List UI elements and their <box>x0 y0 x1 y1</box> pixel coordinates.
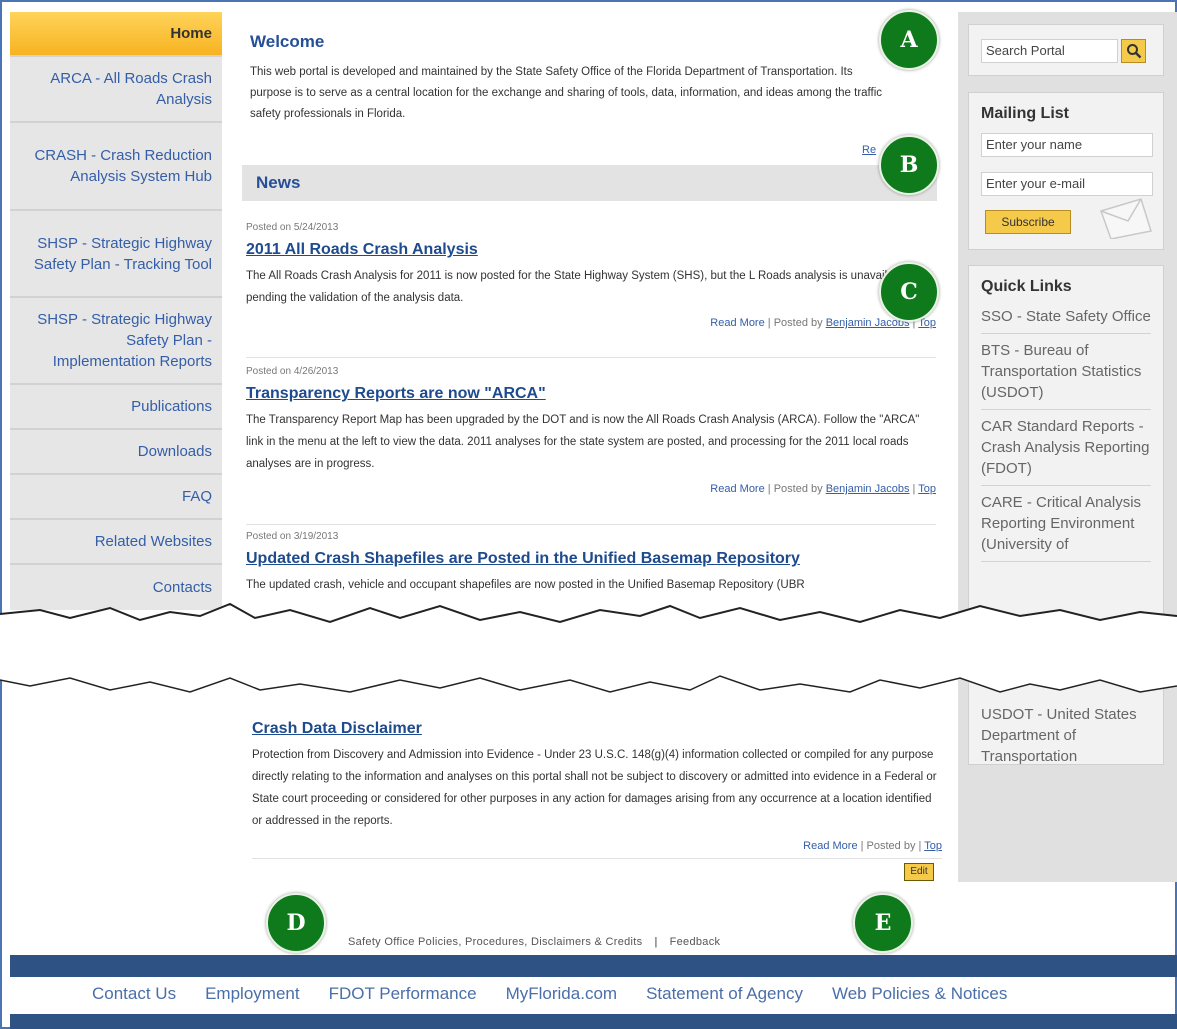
nav-item-related-websites[interactable]: Related Websites <box>10 520 222 565</box>
nav-item-label: Related Websites <box>94 533 212 550</box>
footer-link-myflorida[interactable]: MyFlorida.com <box>506 984 617 1003</box>
quick-link-care[interactable]: CARE - Critical Analysis Reporting Envir… <box>981 486 1151 562</box>
post-title-link[interactable]: Transparency Reports are now "ARCA" <box>246 385 936 403</box>
search-panel: Search Portal <box>968 24 1164 76</box>
search-icon <box>1126 44 1141 59</box>
quick-link-sso[interactable]: SSO - State Safety Office <box>981 300 1151 334</box>
footer-link-statement-of-agency[interactable]: Statement of Agency <box>646 984 803 1003</box>
footer-link-employment[interactable]: Employment <box>205 984 299 1003</box>
right-sidebar: Search Portal Mailing List Enter your na… <box>958 12 1177 882</box>
nav-item-downloads[interactable]: Downloads <box>10 430 222 475</box>
nav-item-shsp-tracking[interactable]: SHSP - Strategic Highway Safety Plan - T… <box>10 211 222 298</box>
post-divider <box>246 357 936 358</box>
post-date: Posted on 5/24/2013 <box>246 222 339 233</box>
search-button[interactable] <box>1121 39 1146 63</box>
footer-nav: Contact Us Employment FDOT Performance MyFl… <box>92 984 1036 1004</box>
callout-c: C <box>879 262 939 322</box>
left-nav: Home ARCA - All Roads Crash Analysis CRA… <box>10 12 222 610</box>
posted-by-text: | Posted by <box>767 483 823 495</box>
news-post: Posted on 3/19/2013 Updated Crash Shapef… <box>246 531 936 596</box>
nav-item-label: Home <box>170 25 212 42</box>
name-input[interactable]: Enter your name <box>981 133 1153 157</box>
disclaimer-body: Protection from Discovery and Admission … <box>252 749 937 827</box>
post-date: Posted on 3/19/2013 <box>246 531 339 542</box>
news-header-bar: News <box>242 165 937 201</box>
quick-link-usdot[interactable]: USDOT - United States Department of Tran… <box>981 698 1153 773</box>
news-post: Posted on 4/26/2013 Transparency Reports… <box>246 366 936 495</box>
welcome-text: This web portal is developed and maintai… <box>250 66 883 120</box>
posted-by-text: | Posted by <box>860 840 916 852</box>
nav-item-arca[interactable]: ARCA - All Roads Crash Analysis <box>10 57 222 123</box>
nav-item-label: SHSP - Strategic Highway Safety Plan - T… <box>33 234 212 273</box>
post-divider <box>252 858 942 859</box>
policies-link[interactable]: Safety Office Policies, Procedures, Disc… <box>348 936 642 948</box>
nav-item-shsp-implementation[interactable]: SHSP - Strategic Highway Safety Plan - I… <box>10 298 222 385</box>
post-body: The All Roads Crash Analysis for 2011 is… <box>246 270 909 304</box>
post-meta: Read More | Posted by Benjamin Jacobs | … <box>246 317 936 329</box>
email-input[interactable]: Enter your e-mail <box>981 172 1153 196</box>
nav-item-label: Publications <box>131 398 212 415</box>
nav-item-publications[interactable]: Publications <box>10 385 222 430</box>
welcome-read-more-link[interactable]: Re <box>862 144 876 156</box>
footer-link-fdot-performance[interactable]: FDOT Performance <box>329 984 477 1003</box>
footer-link-web-policies[interactable]: Web Policies & Notices <box>832 984 1007 1003</box>
subscribe-button[interactable]: Subscribe <box>985 210 1071 234</box>
post-title-link[interactable]: Updated Crash Shapefiles are Posted in t… <box>246 550 936 568</box>
post-body: The Transparency Report Map has been upg… <box>246 414 920 470</box>
nav-item-label: FAQ <box>181 488 212 505</box>
post-divider <box>246 524 936 525</box>
mailing-list-title: Mailing List <box>981 105 1069 122</box>
footer-bar-bottom <box>10 1014 1177 1029</box>
search-input[interactable]: Search Portal <box>981 39 1118 63</box>
posted-by-text: | Posted by <box>767 317 823 329</box>
callout-d: D <box>266 893 326 953</box>
envelope-icon <box>1100 198 1152 239</box>
callout-e: E <box>853 893 913 953</box>
meta-separator: | <box>912 483 916 495</box>
disclaimer-title-link[interactable]: Crash Data Disclaimer <box>252 720 942 738</box>
read-more-link[interactable]: Read More <box>803 840 857 852</box>
nav-item-label: CRASH - Crash Reduction Analysis System … <box>34 147 212 185</box>
top-link[interactable]: Top <box>924 840 942 852</box>
footer-bar-top <box>10 955 1177 977</box>
feedback-link[interactable]: Feedback <box>670 936 721 948</box>
page-tear-graphic <box>0 602 1177 693</box>
nav-item-faq[interactable]: FAQ <box>10 475 222 520</box>
top-link[interactable]: Top <box>918 483 936 495</box>
post-body: The updated crash, vehicle and occupant … <box>246 579 805 591</box>
quick-link-bts[interactable]: BTS - Bureau of Transportation Statistic… <box>981 334 1151 410</box>
mailing-list-panel: Mailing List Enter your name Enter your … <box>968 92 1164 250</box>
meta-separator: | <box>918 840 922 852</box>
post-meta: Read More | Posted by Benjamin Jacobs | … <box>246 483 936 495</box>
callout-a: A <box>879 10 939 70</box>
post-title-link[interactable]: 2011 All Roads Crash Analysis <box>246 241 936 259</box>
nav-item-home[interactable]: Home <box>10 12 222 57</box>
nav-item-label: ARCA - All Roads Crash Analysis <box>50 70 212 108</box>
nav-item-label: Downloads <box>137 443 212 460</box>
callout-b: B <box>879 135 939 195</box>
post-meta: Read More | Posted by | Top <box>252 840 942 852</box>
edit-button[interactable]: Edit <box>904 863 934 881</box>
post-date: Posted on 4/26/2013 <box>246 366 339 377</box>
footer-link-contact-us[interactable]: Contact Us <box>92 984 176 1003</box>
footer-separator: | <box>654 936 658 948</box>
read-more-link[interactable]: Read More <box>710 483 764 495</box>
quick-link-car[interactable]: CAR Standard Reports - Crash Analysis Re… <box>981 410 1151 486</box>
welcome-title: Welcome <box>250 32 325 51</box>
news-post: Posted on 5/24/2013 2011 All Roads Crash… <box>246 222 936 329</box>
quick-links-title: Quick Links <box>981 278 1072 295</box>
read-more-link[interactable]: Read More <box>710 317 764 329</box>
nav-item-label: SHSP - Strategic Highway Safety Plan - I… <box>37 311 212 370</box>
author-link[interactable]: Benjamin Jacobs <box>826 483 910 495</box>
footer-policy-links: Safety Office Policies, Procedures, Disc… <box>348 936 720 948</box>
nav-item-label: Contacts <box>152 579 212 596</box>
news-heading: News <box>256 173 301 192</box>
nav-item-crash[interactable]: CRASH - Crash Reduction Analysis System … <box>10 123 222 211</box>
disclaimer-post: Crash Data Disclaimer Protection from Di… <box>252 712 942 852</box>
